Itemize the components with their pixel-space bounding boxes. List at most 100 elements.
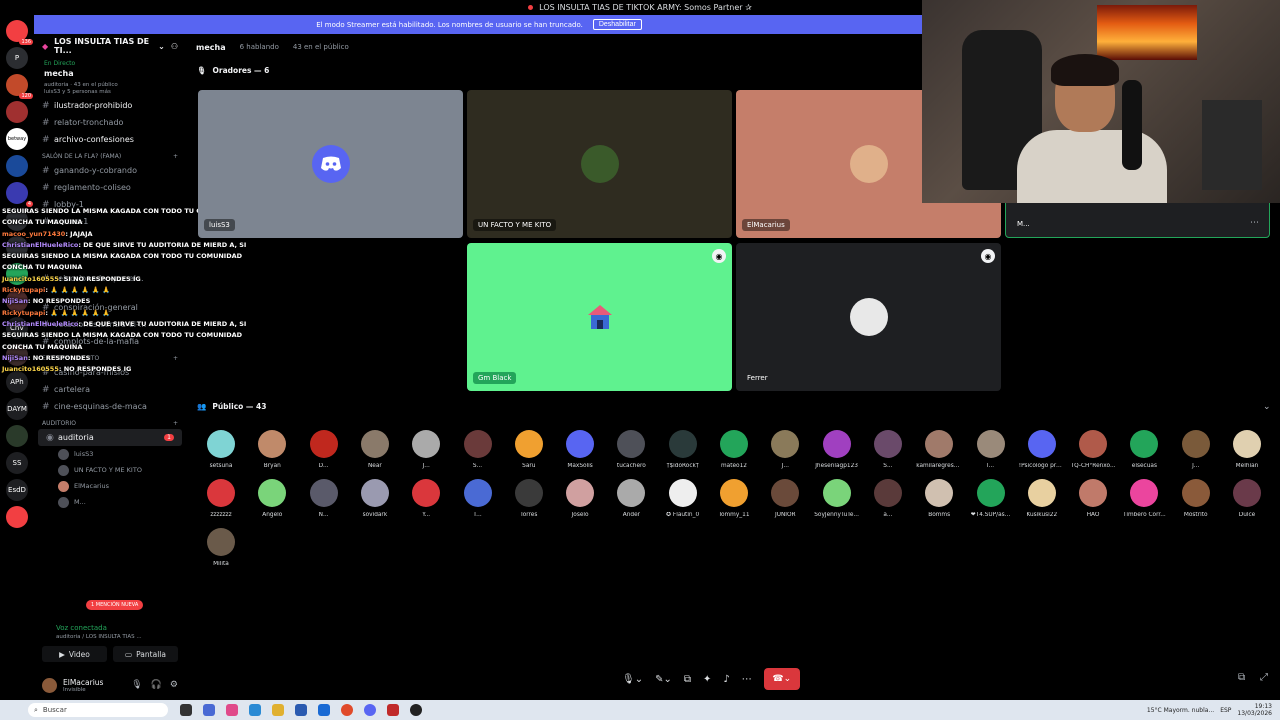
screen-share-icon[interactable]: ⧉ [684,674,691,685]
voice-user[interactable]: M... [34,494,186,510]
audience-member[interactable]: Kusikusi22 [1019,479,1065,518]
new-mention-badge[interactable]: 1 MENCIÓN NUEVA [86,600,144,610]
audience-member[interactable]: T... [455,479,501,518]
audience-member[interactable]: Near [352,430,398,469]
chevron-down-icon[interactable]: ⌄ [1263,402,1271,412]
popout-icon[interactable]: ⧉ [1238,672,1245,683]
audience-member[interactable]: sovidark [352,479,398,518]
server-icon[interactable]: betway [6,128,28,150]
audience-member[interactable]: !Psicologo pro... [1019,430,1065,469]
mail-icon[interactable] [318,704,330,716]
server-icon[interactable]: P [6,47,28,69]
speaker-tile[interactable]: UN FACTO Y ME KITO [467,90,732,238]
audience-member[interactable]: Joselo [557,479,603,518]
server-header[interactable]: ◆ LOS INSULTA TIAS DE TI... ⌄ ⚇ [34,34,186,58]
audience-member[interactable]: J... [762,430,808,469]
audience-member[interactable]: TQ-CH°Renxo... [1070,430,1116,469]
speaker-tile[interactable]: ◉ Ferrer [736,243,1001,391]
voice-user[interactable]: UN FACTO Y ME KITO [34,462,186,478]
task-view-icon[interactable] [180,704,192,716]
audience-member[interactable]: D... [301,430,347,469]
audience-member[interactable]: ❤T4.SUP/as... [968,479,1014,518]
audience-member[interactable]: zzzzzzz [198,479,244,518]
widgets-icon[interactable] [203,704,215,716]
voice-user[interactable]: luisS3 [34,446,186,462]
leave-call-button[interactable]: ☎⌄ [763,668,800,690]
audience-member[interactable]: S... [865,430,911,469]
channel-item[interactable]: # reglamento-coliseo [34,179,186,196]
audience-member[interactable]: ✪ Flautin_0 [660,479,706,518]
audience-member[interactable]: HAO [1070,479,1116,518]
server-icon[interactable]: 4 [6,182,33,207]
avatar[interactable] [42,677,57,693]
audience-member[interactable]: tucachero [608,430,654,469]
server-icon[interactable] [6,101,28,123]
channel-item[interactable]: # cine-esquinas-de-maca [34,398,186,415]
audience-member[interactable]: elsecuas [1121,430,1167,469]
audience-member[interactable]: Jhesenlagp123 [814,430,860,469]
server-icon[interactable] [6,425,28,447]
audience-member[interactable]: a... [865,479,911,518]
channel-item[interactable]: # cartelera [34,381,186,398]
audience-member[interactable]: JUNIOR [762,479,808,518]
audience-member[interactable]: Torres [506,479,552,518]
fullscreen-icon[interactable]: ⤢ [1260,672,1268,683]
audience-member[interactable]: Bomms [916,479,962,518]
app-icon[interactable] [387,704,399,716]
audience-member[interactable]: N... [301,479,347,518]
audience-member[interactable]: S... [455,430,501,469]
microphone-icon[interactable]: 🎙⌄ [622,674,643,685]
clock-time[interactable]: 19:13 [1237,703,1272,710]
audience-member[interactable]: Saru [506,430,552,469]
explorer-icon[interactable] [272,704,284,716]
audience-member[interactable]: mateo12 [711,430,757,469]
audience-member[interactable]: Angelo [249,479,295,518]
audience-member[interactable]: Timbero Corr... [1121,479,1167,518]
edge-icon[interactable] [249,704,261,716]
audience-member[interactable]: MaxSolis [557,430,603,469]
audience-member[interactable]: Milita [198,528,244,567]
audience-member[interactable]: I... [968,430,1014,469]
weather[interactable]: 15°C Mayorm. nubla... [1147,707,1214,714]
voice-status[interactable]: Voz conectada [56,624,176,632]
screen-share-button[interactable]: ▭ Pantalla [113,646,178,662]
activity-icon[interactable]: ✦ [703,674,711,685]
audience-member[interactable]: J... [403,430,449,469]
category-header[interactable]: SALÓN DE LA FLA? (FAMA) + [34,148,186,162]
audience-member[interactable]: SoyJennyTuTe... [814,479,860,518]
channel-item[interactable]: # archivo-confesiones [34,131,186,148]
voice-user[interactable]: ElMacarius [34,478,186,494]
obs-icon[interactable] [410,704,422,716]
server-icon[interactable]: DAYM [6,398,28,420]
category-header[interactable]: AUDITORIO + [34,415,186,429]
server-icon[interactable]: 136 [6,20,33,45]
channel-item[interactable]: # ilustrador-prohibido [34,97,186,114]
audience-member[interactable]: J... [1173,430,1219,469]
audience-member[interactable]: Tommy_11 [711,479,757,518]
discord-icon[interactable] [364,704,376,716]
server-icon[interactable]: EsdD [6,479,28,501]
channel-item[interactable]: # relator-tronchado [34,114,186,131]
gear-icon[interactable]: ⚙ [170,680,178,690]
more-icon[interactable]: ⋯ [742,674,752,685]
server-icon[interactable] [6,506,28,528]
server-icon[interactable] [6,155,28,177]
more-icon[interactable]: ⋯ [1250,218,1259,228]
chrome-icon[interactable] [341,704,353,716]
disable-streamer-button[interactable]: Deshabilitar [592,19,642,30]
video-button[interactable]: ▶ Video [42,646,107,662]
channel-item[interactable]: # ganando-y-cobrando [34,162,186,179]
store-icon[interactable] [295,704,307,716]
audience-member[interactable]: Bryan [249,430,295,469]
clock-date[interactable]: 13/03/2026 [1237,710,1272,717]
language[interactable]: ESP [1220,707,1231,714]
audience-member[interactable]: Y... [403,479,449,518]
audience-member[interactable]: setsuna [198,430,244,469]
audience-member[interactable]: Dulce [1224,479,1270,518]
headphones-icon[interactable]: 🎧 [151,680,162,690]
soundboard-icon[interactable]: ♪ [723,674,729,685]
speaker-tile[interactable]: ◉ Gm Black [467,243,732,391]
live-event[interactable]: En Directo mecha auditoria · 43 en el pú… [34,58,186,97]
speaker-tile[interactable]: luisS3 [198,90,463,238]
voice-channel-auditoria[interactable]: ◉ auditoria 1 [38,429,182,446]
